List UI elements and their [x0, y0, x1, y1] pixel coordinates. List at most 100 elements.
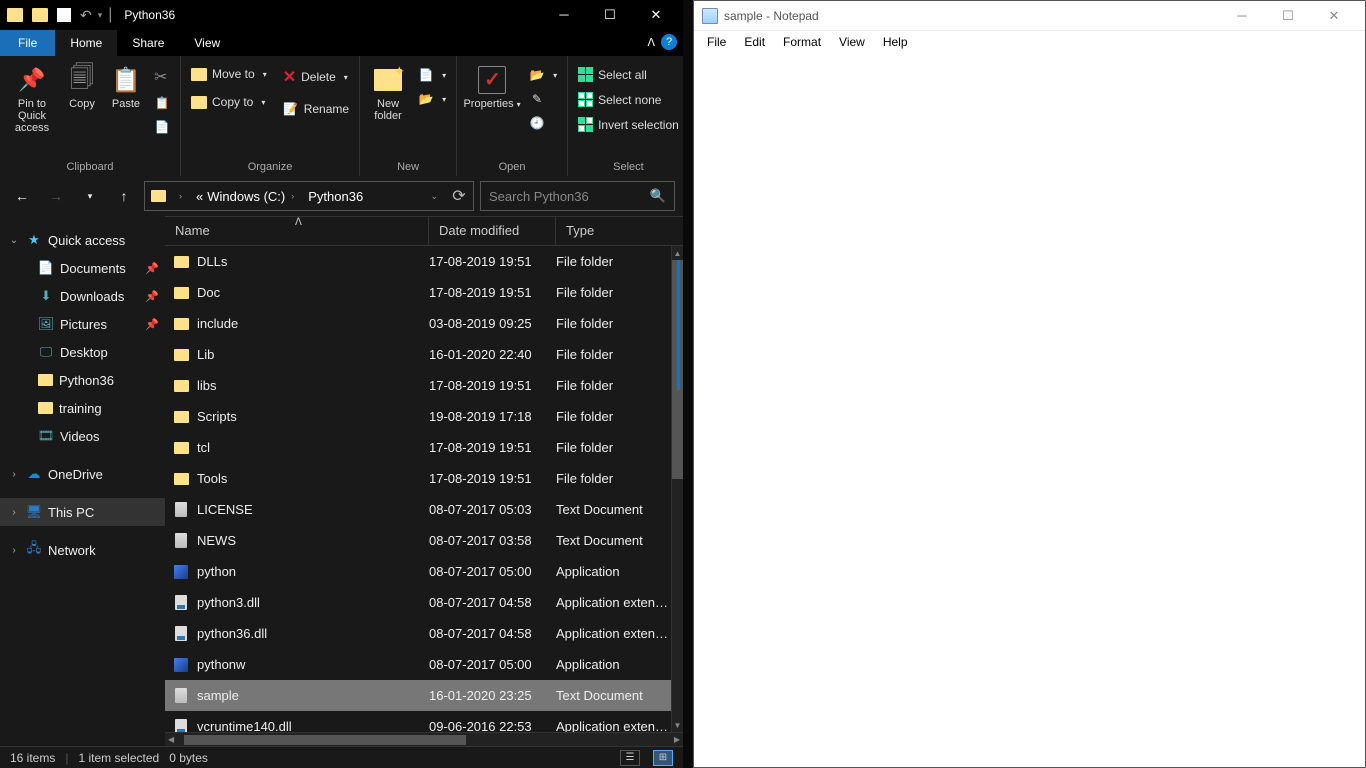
file-explorer-window: ↶ ▾ | Python36 ─ ☐ ✕ File Home Share Vie…: [0, 0, 683, 768]
undo-icon[interactable]: ↶: [80, 7, 92, 24]
search-icon: 🔍: [650, 188, 666, 204]
open-button[interactable]: 📂▾: [525, 64, 561, 86]
notepad-text-area[interactable]: [694, 53, 1365, 767]
back-button[interactable]: ←: [8, 182, 36, 210]
pin-icon: 📌: [145, 290, 159, 303]
copy-to-button[interactable]: Copy to▾: [187, 92, 271, 112]
select-none-button[interactable]: Select none: [574, 89, 683, 110]
selection-size: 0 bytes: [169, 751, 208, 765]
file-row[interactable]: python36.dll 08-07-2017 04:58 Applicatio…: [165, 618, 683, 649]
search-input[interactable]: Search Python36 🔍: [480, 181, 675, 211]
file-row[interactable]: libs 17-08-2019 19:51 File folder: [165, 370, 683, 401]
easy-access-button[interactable]: 📂▾: [414, 88, 450, 110]
new-item-button[interactable]: 📄▾: [414, 64, 450, 86]
properties-button[interactable]: Properties ▾: [463, 60, 521, 110]
doc-icon: [173, 533, 189, 549]
edit-button[interactable]: ✎: [525, 88, 561, 110]
this-pc-item[interactable]: ›🖥This PC: [0, 498, 165, 526]
title-bar[interactable]: ↶ ▾ | Python36 ─ ☐ ✕: [0, 0, 683, 30]
folder-icon: [173, 316, 189, 332]
folder-icon: [173, 409, 189, 425]
tab-file[interactable]: File: [0, 30, 55, 56]
dll-icon: [173, 626, 189, 642]
column-date[interactable]: Date modified: [429, 217, 556, 245]
file-row[interactable]: sample 16-01-2020 23:25 Text Document: [165, 680, 683, 711]
sidebar-item[interactable]: training: [0, 394, 165, 422]
move-to-button[interactable]: Move to▾: [187, 64, 271, 84]
refresh-button[interactable]: ⟳: [445, 186, 473, 206]
sidebar-item[interactable]: ⬇Downloads📌: [0, 282, 165, 310]
minimize-button[interactable]: ─: [1219, 2, 1265, 30]
close-button[interactable]: ✕: [633, 0, 679, 30]
file-row[interactable]: python 08-07-2017 05:00 Application: [165, 556, 683, 587]
sidebar-item[interactable]: Python36: [0, 366, 165, 394]
quick-access-item[interactable]: ⌄★Quick access: [0, 226, 165, 254]
file-row[interactable]: NEWS 08-07-2017 03:58 Text Document: [165, 525, 683, 556]
menu-help[interactable]: Help: [876, 33, 915, 51]
tab-home[interactable]: Home: [55, 30, 117, 56]
large-icons-view-button[interactable]: ⊞: [653, 750, 673, 766]
rename-button[interactable]: 📝Rename: [279, 98, 353, 120]
item-count: 16 items: [10, 751, 55, 765]
help-icon[interactable]: ?: [661, 34, 677, 50]
tab-share[interactable]: Share: [117, 30, 179, 56]
details-view-button[interactable]: ☰: [620, 750, 640, 766]
menu-view[interactable]: View: [832, 33, 872, 51]
network-item[interactable]: ›🖧Network: [0, 536, 165, 564]
recent-locations-button[interactable]: ▾: [76, 182, 104, 210]
horizontal-scrollbar[interactable]: ◀▶: [165, 732, 683, 746]
file-row[interactable]: include 03-08-2019 09:25 File folder: [165, 308, 683, 339]
doc-icon: [173, 502, 189, 518]
file-row[interactable]: DLLs 17-08-2019 19:51 File folder: [165, 246, 683, 277]
app-icon: [57, 8, 71, 22]
menu-format[interactable]: Format: [776, 33, 828, 51]
sidebar-item[interactable]: 🖼Pictures📌: [0, 310, 165, 338]
sort-indicator-icon: ᐱ: [295, 217, 302, 228]
file-row[interactable]: Scripts 19-08-2019 17:18 File folder: [165, 401, 683, 432]
file-row[interactable]: vcruntime140.dll 09-06-2016 22:53 Applic…: [165, 711, 683, 732]
maximize-button[interactable]: ☐: [1265, 2, 1311, 30]
delete-button[interactable]: ✕Delete▾: [279, 64, 353, 90]
file-row[interactable]: LICENSE 08-07-2017 05:03 Text Document: [165, 494, 683, 525]
select-all-button[interactable]: Select all: [574, 64, 683, 85]
copy-path-button[interactable]: 📋: [150, 92, 174, 114]
menu-edit[interactable]: Edit: [737, 33, 772, 51]
column-type[interactable]: Type: [556, 217, 683, 245]
notepad-icon: [702, 8, 718, 24]
pin-to-quick-access-button[interactable]: 📌 Pin to Quick access: [6, 60, 58, 134]
address-bar[interactable]: › « Windows (C:)› Python36 ⌄ ⟳: [144, 181, 474, 211]
file-row[interactable]: Doc 17-08-2019 19:51 File folder: [165, 277, 683, 308]
paste-shortcut-button[interactable]: 📄: [150, 116, 174, 138]
file-list-content: Name ᐱ Date modified Type DLLs 17-08-201…: [165, 216, 683, 746]
column-headers[interactable]: Name ᐱ Date modified Type: [165, 216, 683, 246]
collapse-ribbon-icon[interactable]: ᐱ: [647, 36, 655, 49]
notepad-menu-bar: FileEditFormatViewHelp: [694, 31, 1365, 53]
navigation-pane[interactable]: ⌄★Quick access 📄Documents📌⬇Downloads📌🖼Pi…: [0, 216, 165, 746]
tab-view[interactable]: View: [179, 30, 235, 56]
file-row[interactable]: python3.dll 08-07-2017 04:58 Application…: [165, 587, 683, 618]
maximize-button[interactable]: ☐: [587, 0, 633, 30]
menu-file[interactable]: File: [700, 33, 733, 51]
close-button[interactable]: ✕: [1311, 2, 1357, 30]
cut-button[interactable]: ✂: [150, 64, 174, 90]
paste-button[interactable]: 📋 Paste: [106, 60, 146, 110]
divider: |: [108, 6, 112, 24]
sidebar-item[interactable]: 🖵Desktop: [0, 338, 165, 366]
file-row[interactable]: Tools 17-08-2019 19:51 File folder: [165, 463, 683, 494]
selection-count: 1 item selected: [78, 751, 159, 765]
up-button[interactable]: ↑: [110, 182, 138, 210]
sidebar-item[interactable]: 🎞Videos: [0, 422, 165, 450]
qat-dropdown-icon[interactable]: ▾: [98, 10, 103, 21]
file-row[interactable]: Lib 16-01-2020 22:40 File folder: [165, 339, 683, 370]
file-row[interactable]: pythonw 08-07-2017 05:00 Application: [165, 649, 683, 680]
history-button[interactable]: 🕘: [525, 112, 561, 134]
onedrive-item[interactable]: ›☁OneDrive: [0, 460, 165, 488]
sidebar-item[interactable]: 📄Documents📌: [0, 254, 165, 282]
file-row[interactable]: tcl 17-08-2019 19:51 File folder: [165, 432, 683, 463]
copy-button[interactable]: 🗐 Copy: [62, 60, 102, 110]
minimize-button[interactable]: ─: [541, 0, 587, 30]
new-folder-button[interactable]: New folder: [366, 60, 410, 122]
invert-selection-button[interactable]: Invert selection: [574, 114, 683, 135]
notepad-title-bar[interactable]: sample - Notepad ─ ☐ ✕: [694, 1, 1365, 31]
forward-button[interactable]: →: [42, 182, 70, 210]
